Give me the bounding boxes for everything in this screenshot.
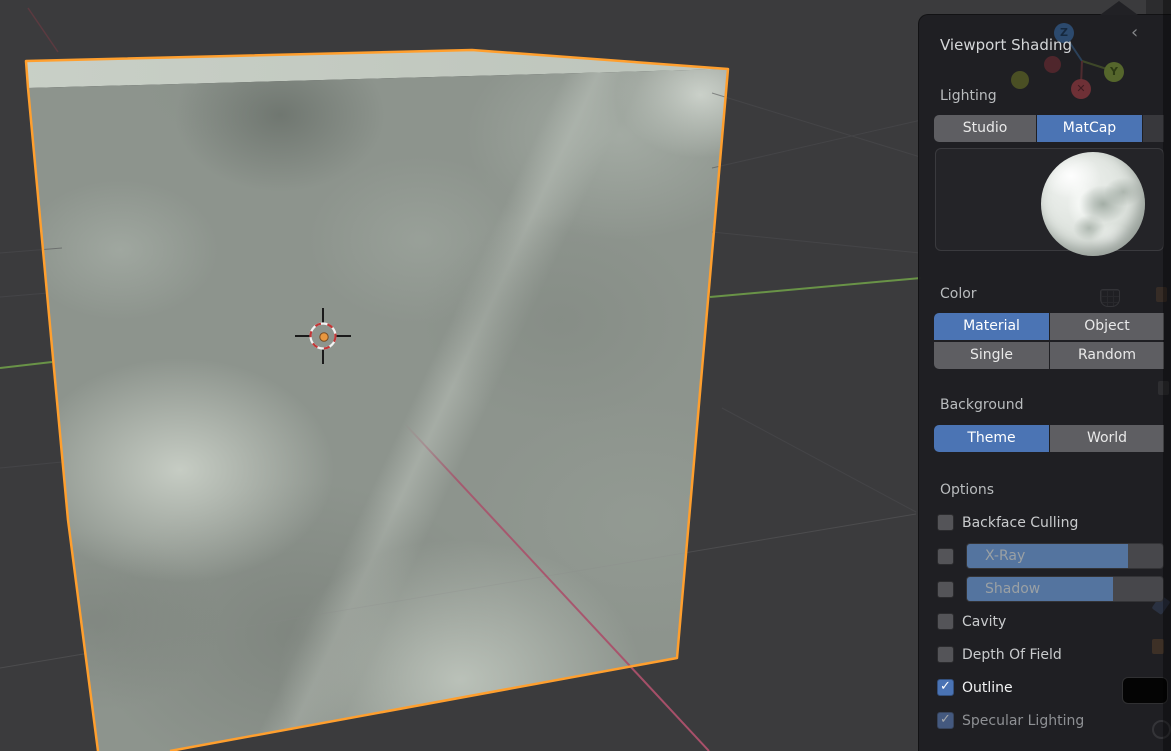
background-world-button[interactable]: World [1050,425,1164,452]
cavity-checkbox[interactable] [937,613,954,630]
xray-checkbox[interactable] [937,548,954,565]
popover-arrow [1100,1,1138,15]
x-axis-line-far [27,7,59,53]
lighting-studio-button[interactable]: Studio [934,115,1036,142]
chevron-left-icon: ‹ [1131,22,1139,43]
specular-lighting-checkbox[interactable] [937,712,954,729]
top-right-shade [1146,0,1171,14]
backface-culling-checkbox[interactable] [937,514,954,531]
shadow-slider[interactable]: Shadow [966,576,1164,602]
xray-slider[interactable]: X-Ray [966,543,1164,569]
blender-3d-viewport[interactable]: Z Y ✕ ‹ Viewport Shading Lighting Studio… [0,0,1171,751]
shadow-checkbox[interactable] [937,581,954,598]
specular-lighting-label[interactable]: Specular Lighting [962,713,1084,729]
outline-label[interactable]: Outline [962,680,1013,696]
popover-title: Viewport Shading [940,36,1073,54]
color-object-button[interactable]: Object [1050,313,1164,340]
lighting-matcap-button[interactable]: MatCap [1037,115,1142,142]
outline-color-swatch[interactable] [1122,677,1168,704]
outline-checkbox[interactable] [937,679,954,696]
options-section-label: Options [940,482,995,498]
background-theme-button[interactable]: Theme [934,425,1049,452]
lighting-flat-button-partial[interactable] [1143,115,1164,142]
lighting-section-label: Lighting [940,88,997,104]
depth-of-field-checkbox[interactable] [937,646,954,663]
color-material-button[interactable]: Material [934,313,1049,340]
backface-culling-label[interactable]: Backface Culling [962,515,1078,531]
color-section-label: Color [940,286,977,302]
background-section-label: Background [940,397,1024,413]
color-single-button[interactable]: Single [934,342,1049,369]
color-random-button[interactable]: Random [1050,342,1164,369]
xray-slider-label: X-Ray [985,548,1026,564]
matcap-sphere-preview[interactable] [1041,152,1145,256]
shadow-slider-label: Shadow [985,581,1041,597]
cube-object[interactable] [28,69,728,751]
cavity-label[interactable]: Cavity [962,614,1006,630]
depth-of-field-label[interactable]: Depth Of Field [962,647,1062,663]
